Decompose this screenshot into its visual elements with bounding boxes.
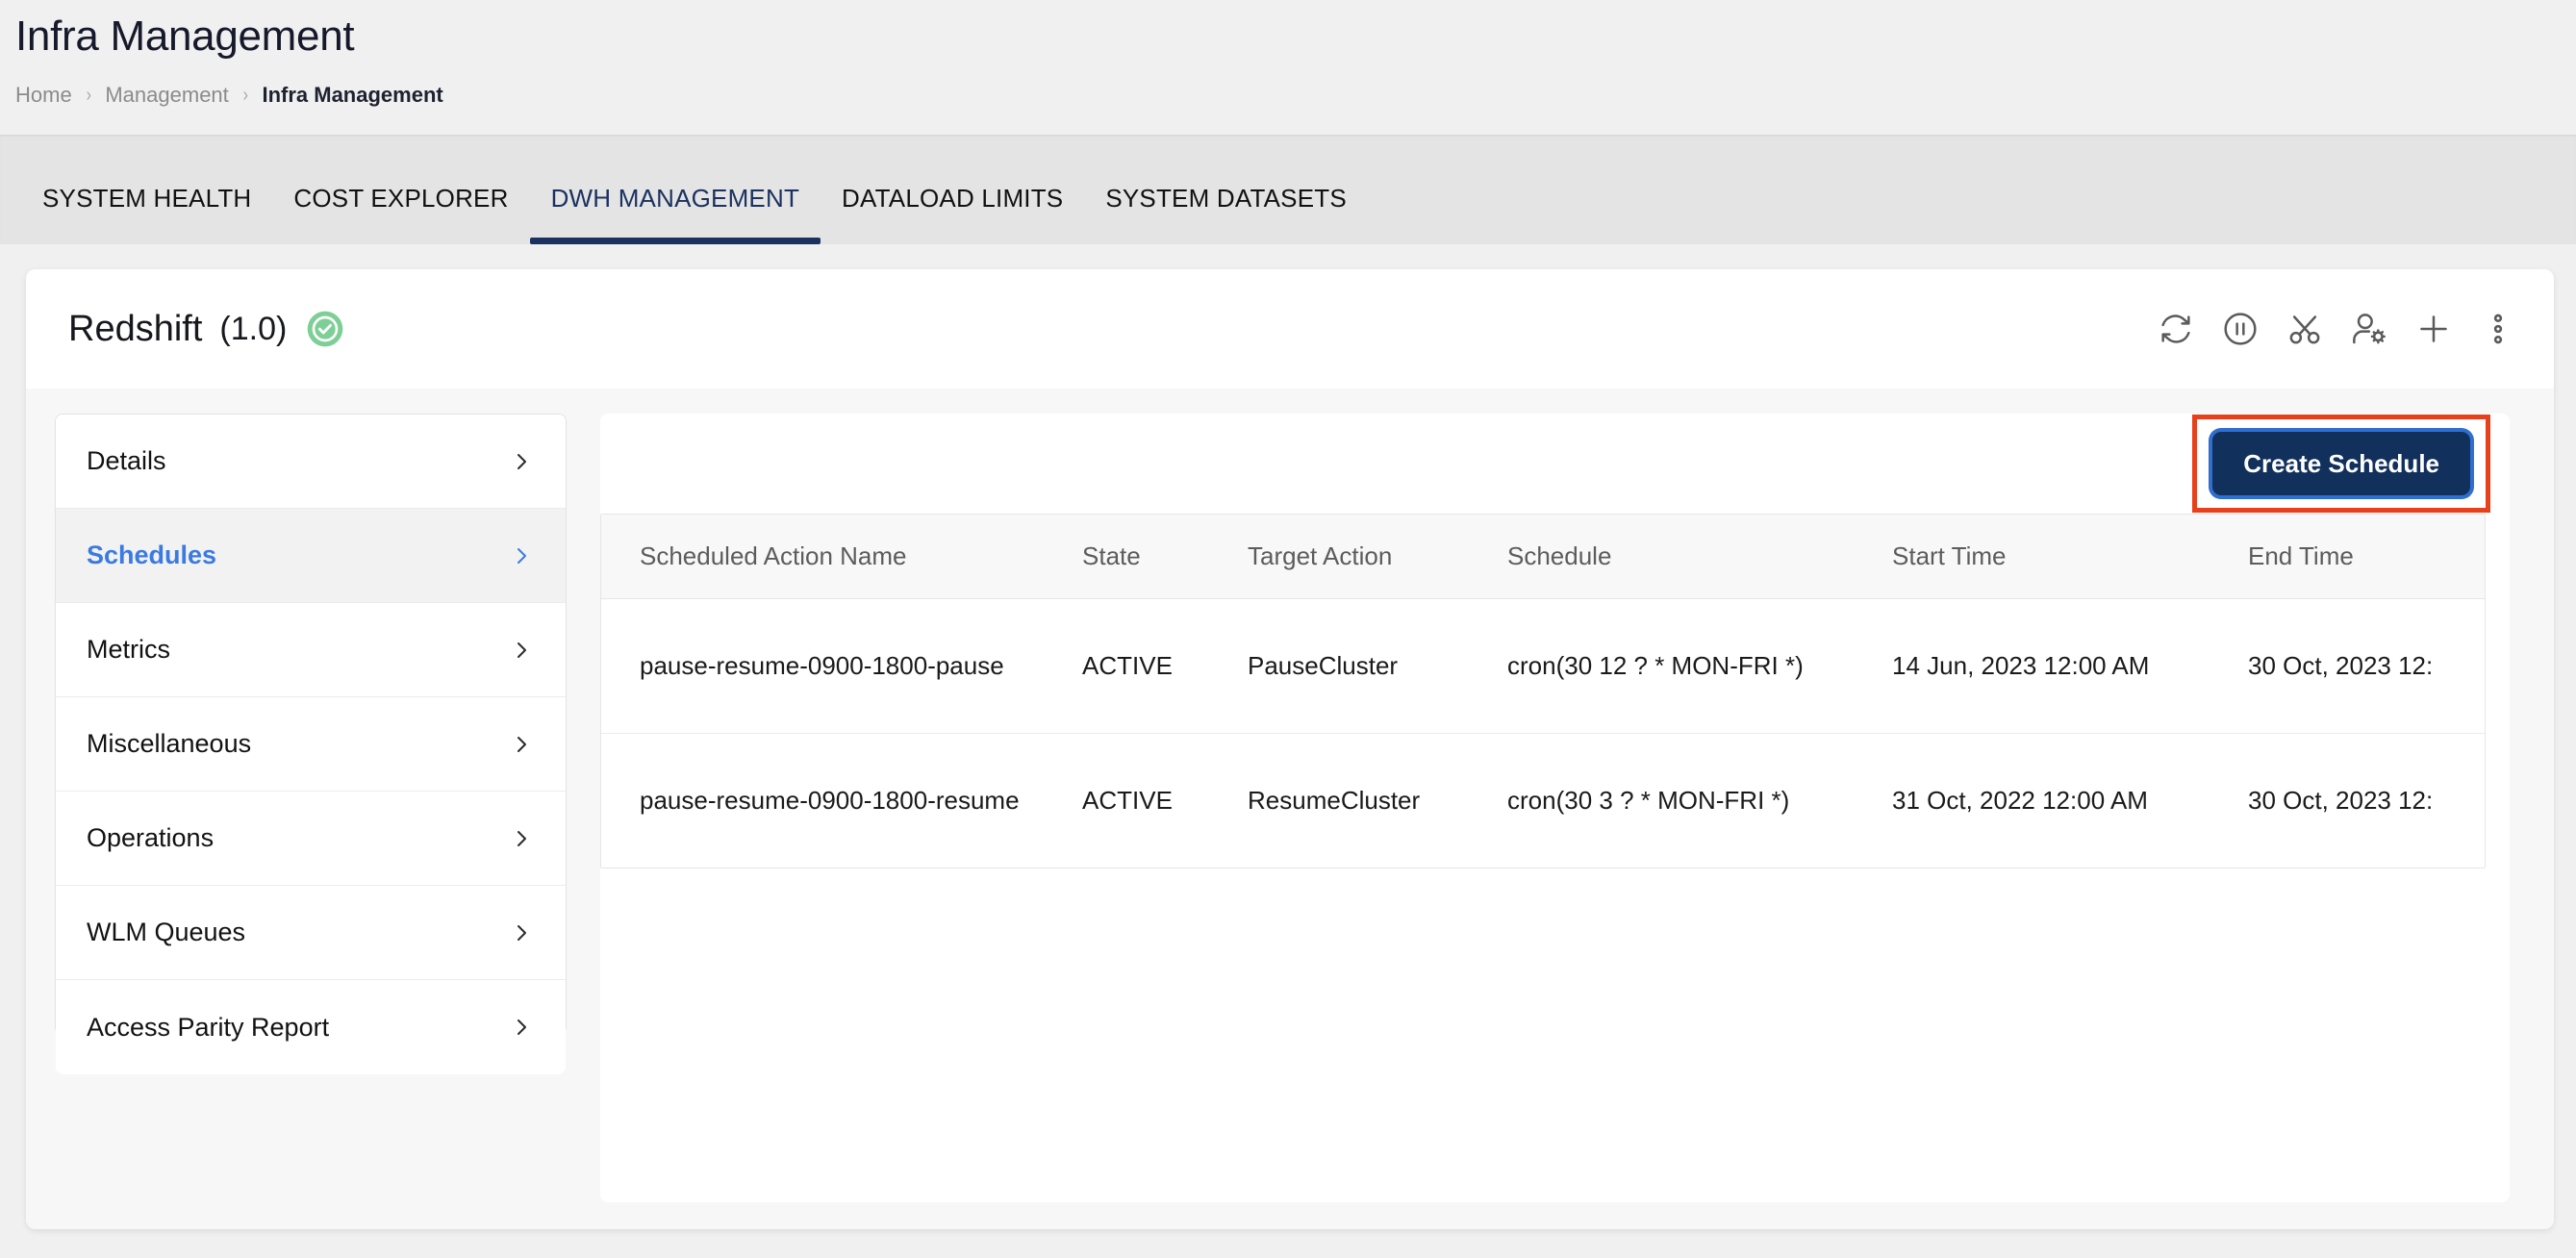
chevron-right-icon (518, 736, 526, 752)
cluster-card-body: Details Schedules Metrics Miscellaneous … (26, 389, 2554, 1229)
cluster-sidebar: Details Schedules Metrics Miscellaneous … (55, 414, 567, 1074)
sidebar-item-label: Access Parity Report (87, 1012, 330, 1042)
scissors-icon[interactable] (2286, 310, 2324, 348)
tab-bar: SYSTEM HEALTH COST EXPLORER DWH MANAGEME… (0, 135, 2576, 244)
create-schedule-highlight: Create Schedule (2192, 415, 2490, 513)
cell-schedule: cron(30 12 ? * MON-FRI *) (1507, 598, 1892, 734)
plus-icon[interactable] (2414, 310, 2453, 348)
panel-toolbar: Create Schedule (600, 414, 2510, 514)
check-circle-icon (306, 310, 344, 348)
column-header-state[interactable]: State (1082, 515, 1248, 599)
create-schedule-button[interactable]: Create Schedule (2212, 432, 2470, 495)
sidebar-item-label: Metrics (87, 635, 170, 664)
column-header-schedule[interactable]: Schedule (1507, 515, 1892, 599)
breadcrumb-item-current: Infra Management (262, 83, 443, 107)
sidebar-item-label: WLM Queues (87, 918, 246, 946)
more-vertical-icon[interactable] (2479, 310, 2517, 348)
column-header-scheduled-action-name[interactable]: Scheduled Action Name (601, 515, 1082, 599)
column-header-start-time[interactable]: Start Time (1892, 515, 2248, 599)
breadcrumb-item-management[interactable]: Management (105, 83, 228, 108)
sidebar-item-schedules[interactable]: Schedules (56, 509, 566, 603)
sidebar-item-access-parity-report[interactable]: Access Parity Report (56, 980, 566, 1074)
chevron-right-icon (518, 547, 526, 564)
breadcrumb: Home › Management › Infra Management (15, 83, 2576, 108)
sidebar-item-miscellaneous[interactable]: Miscellaneous (56, 697, 566, 792)
schedules-table-wrapper: Scheduled Action Name State Target Actio… (600, 514, 2486, 868)
sidebar-item-label: Miscellaneous (87, 729, 252, 758)
cell-target-action: ResumeCluster (1248, 786, 1421, 815)
page-header: Infra Management Home › Management › Inf… (0, 0, 2576, 135)
pause-circle-icon[interactable] (2221, 310, 2260, 348)
table-row[interactable]: pause-resume-0900-1800-pause ACTIVE Paus… (601, 598, 2485, 734)
sidebar-item-details[interactable]: Details (56, 415, 566, 509)
tab-system-datasets[interactable]: SYSTEM DATASETS (1084, 184, 1368, 244)
cell-state: ACTIVE (1082, 598, 1248, 734)
tab-dataload-limits[interactable]: DATALOAD LIMITS (821, 184, 1084, 244)
chevron-right-icon: › (86, 84, 91, 106)
sidebar-item-operations[interactable]: Operations (56, 792, 566, 886)
refresh-icon[interactable] (2157, 310, 2195, 348)
chevron-right-icon (518, 453, 526, 469)
cell-start-time: 14 Jun, 2023 12:00 AM (1892, 598, 2248, 734)
schedules-panel: Create Schedule Scheduled Action Name St… (600, 414, 2510, 1202)
table-header-row: Scheduled Action Name State Target Actio… (601, 515, 2485, 599)
cell-schedule: cron(30 3 ? * MON-FRI *) (1507, 786, 1790, 815)
tab-system-health[interactable]: SYSTEM HEALTH (21, 184, 272, 244)
sidebar-item-metrics[interactable]: Metrics (56, 603, 566, 697)
sidebar-item-label: Details (87, 446, 166, 475)
chevron-right-icon (518, 924, 526, 941)
cell-end-time: 30 Oct, 2023 12: (2248, 598, 2485, 734)
cluster-card-header: Redshift (1.0) (26, 269, 2554, 389)
tab-cost-explorer[interactable]: COST EXPLORER (272, 184, 529, 244)
breadcrumb-item-home[interactable]: Home (15, 83, 72, 108)
column-header-end-time[interactable]: End Time (2248, 515, 2485, 599)
chevron-right-icon (518, 642, 526, 658)
cell-state: ACTIVE (1082, 786, 1173, 815)
cell-end-time: 30 Oct, 2023 12: (2248, 786, 2434, 815)
sidebar-item-label: Operations (87, 823, 215, 852)
sidebar-item-label: Schedules (87, 541, 217, 569)
cluster-version: (1.0) (219, 310, 288, 347)
column-header-target-action[interactable]: Target Action (1248, 515, 1507, 599)
table-head: Scheduled Action Name State Target Actio… (601, 515, 2485, 599)
sidebar-item-wlm-queues[interactable]: WLM Queues (56, 886, 566, 980)
tab-dwh-management[interactable]: DWH MANAGEMENT (529, 184, 821, 244)
page-title: Infra Management (15, 13, 355, 60)
cluster-card: Redshift (1.0) Details Schedules Metrics… (26, 269, 2554, 1229)
chevron-right-icon (518, 1019, 526, 1035)
table-row[interactable]: pause-resume-0900-1800-resume ACTIVE Res… (601, 734, 2485, 868)
chevron-right-icon: › (242, 84, 248, 106)
cell-scheduled-action-name: pause-resume-0900-1800-resume (640, 786, 1020, 815)
cluster-toolbar (2157, 310, 2523, 348)
cluster-name: Redshift (68, 308, 203, 349)
cell-start-time: 31 Oct, 2022 12:00 AM (1892, 786, 2148, 815)
cell-scheduled-action-name: pause-resume-0900-1800-pause (601, 598, 1082, 734)
table-body: pause-resume-0900-1800-pause ACTIVE Paus… (601, 598, 2485, 868)
cell-target-action: PauseCluster (1248, 598, 1507, 734)
user-settings-icon[interactable] (2350, 310, 2388, 348)
chevron-right-icon (518, 830, 526, 846)
schedules-table: Scheduled Action Name State Target Actio… (601, 515, 2485, 868)
